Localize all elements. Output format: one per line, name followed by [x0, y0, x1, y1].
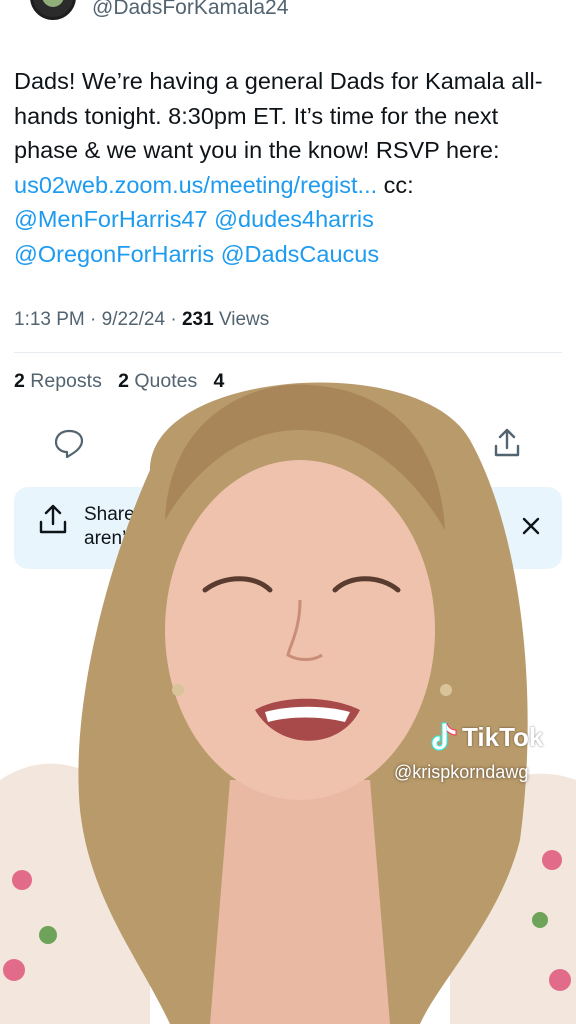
- tweet-meta: 1:13 PM · 9/22/24 · 231 Views: [14, 309, 270, 330]
- mention-dadscaucus[interactable]: @DadsCaucus: [221, 241, 379, 267]
- mention-menforharris47[interactable]: @MenForHarris47: [14, 206, 208, 232]
- tweet-header: @DadsForKamala24: [0, 0, 576, 40]
- tiktok-brand: TikTok: [462, 722, 544, 752]
- avatar[interactable]: [30, 0, 76, 20]
- zoom-link[interactable]: us02web.zoom.us/meeting/regist...: [14, 172, 377, 198]
- tiktok-logo-icon: [431, 722, 457, 751]
- mention-dudes4harris[interactable]: @dudes4harris: [214, 206, 374, 232]
- views-count: 231: [181, 309, 214, 330]
- divider: [14, 352, 562, 353]
- video-person-overlay: [0, 360, 576, 1024]
- tiktok-watermark: TikTok: [430, 720, 560, 754]
- mention-oregonforharris[interactable]: @OregonForHarris: [14, 241, 214, 267]
- user-handle[interactable]: @DadsForKamala24: [92, 0, 288, 20]
- tiktok-username: @krispkorndawg: [394, 762, 529, 782]
- tweet-text: Dads! We’re having a general Dads for Ka…: [14, 64, 562, 271]
- tweet-date: 9/22/24: [101, 309, 166, 330]
- tweet-text-part2: cc:: [377, 171, 414, 198]
- tweet-text-part1: Dads! We’re having a general Dads for Ka…: [14, 68, 543, 163]
- tweet-time: 1:13 PM: [14, 309, 85, 330]
- views-label[interactable]: Views: [219, 309, 269, 330]
